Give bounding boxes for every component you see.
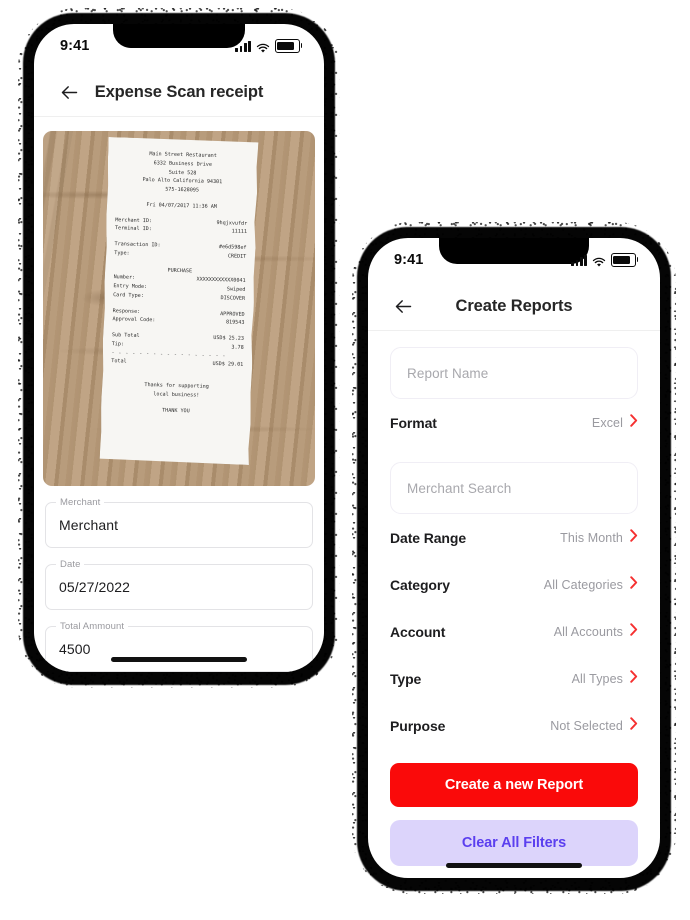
signal-bars-icon	[571, 254, 587, 266]
receipt-approval-code-label: Approval Code:	[112, 316, 156, 324]
date-field[interactable]: Date 05/27/2022	[45, 559, 313, 610]
filter-label-format: Format	[390, 414, 437, 431]
filter-label-account: Account	[390, 623, 446, 640]
wifi-icon	[592, 255, 606, 267]
filter-value-purpose: Not Selected	[550, 718, 623, 733]
filter-value-type: All Types	[571, 671, 623, 686]
chevron-right-icon	[630, 669, 638, 688]
filter-right-format: Excel	[591, 413, 638, 432]
filter-label-category: Category	[390, 576, 450, 593]
filter-label-purpose: Purpose	[390, 717, 446, 734]
receipt-total-value: USD$ 29.01	[212, 361, 244, 369]
status-bar: 9:41	[368, 238, 660, 282]
total-amount-field-value: 4500	[59, 641, 91, 657]
filter-label-date-range: Date Range	[390, 529, 467, 546]
filter-row-purpose[interactable]: Purpose Not Selected	[390, 702, 638, 749]
filter-value-account: All Accounts	[553, 624, 623, 639]
create-new-report-button[interactable]: Create a new Report	[390, 763, 638, 807]
receipt-photograph[interactable]: Main Street Restaurant 6332 Business Dri…	[43, 131, 315, 486]
receipt-card-type-value: DISCOVER	[220, 294, 246, 302]
receipt-type-label: Type:	[114, 249, 130, 257]
phone-left-expense-scan: 9:41 Expense Scan receipt Main Street Re…	[18, 8, 340, 688]
receipt-tip-label: Tip:	[111, 340, 125, 348]
receipt-tip-value: 3.78	[231, 344, 244, 351]
filter-right-date-range: This Month	[560, 528, 638, 547]
phone-screen: 9:41 Expense Scan receipt Main Street Re…	[34, 24, 324, 672]
receipt-response-value: APPROVED	[220, 310, 245, 318]
report-name-input[interactable]: Report Name	[390, 347, 638, 399]
total-amount-field[interactable]: Total Ammount 4500	[45, 621, 313, 672]
merchant-field-wrap: Merchant Merchant	[34, 497, 324, 548]
create-reports-form: Report Name Format Excel Merchant Search…	[368, 347, 660, 866]
status-bar: 9:41	[34, 24, 324, 68]
chevron-right-icon	[630, 716, 638, 735]
receipt-total-label: Total	[111, 358, 127, 365]
signal-bars-icon	[235, 40, 251, 52]
report-name-placeholder: Report Name	[407, 365, 489, 381]
filter-right-purpose: Not Selected	[550, 716, 638, 735]
filter-value-date-range: This Month	[560, 530, 623, 545]
receipt-terminal-id-label: Terminal ID:	[114, 225, 152, 233]
filter-row-format[interactable]: Format Excel	[390, 399, 638, 446]
filter-value-category: All Categories	[543, 577, 623, 592]
filter-row-date-range[interactable]: Date Range This Month	[390, 514, 638, 561]
receipt-subtotal-value: USD$ 25.23	[213, 334, 245, 342]
receipt-type-value: CREDIT	[227, 253, 247, 260]
filter-label-type: Type	[390, 670, 422, 687]
filter-right-account: All Accounts	[553, 622, 638, 641]
date-field-label: Date	[56, 559, 85, 570]
filter-row-account[interactable]: Account All Accounts	[390, 608, 638, 655]
battery-icon	[611, 253, 639, 267]
phone-right-create-reports: 9:41 Create Reports Report Name Format E…	[352, 222, 676, 894]
chevron-right-icon	[630, 575, 638, 594]
clear-all-filters-button[interactable]: Clear All Filters	[390, 820, 638, 866]
status-icons	[571, 253, 639, 267]
total-amount-field-label: Total Ammount	[56, 621, 129, 632]
receipt-transaction-id-value: #e6d598ef	[218, 244, 247, 251]
date-field-value: 05/27/2022	[59, 579, 131, 595]
date-field-wrap: Date 05/27/2022	[34, 559, 324, 610]
home-indicator[interactable]	[111, 657, 247, 662]
chevron-right-icon	[630, 528, 638, 547]
filter-row-type[interactable]: Type All Types	[390, 655, 638, 702]
back-arrow-icon[interactable]	[388, 291, 418, 321]
receipt-paper: Main Street Restaurant 6332 Business Dri…	[100, 137, 259, 465]
nav-bar: Create Reports	[368, 282, 660, 331]
chevron-right-icon	[630, 413, 638, 432]
filter-value-format: Excel	[591, 415, 623, 430]
status-icons	[235, 39, 303, 53]
dual-phone-mockup: 9:41 Expense Scan receipt Main Street Re…	[0, 0, 690, 920]
receipt-merchant-id-value: 9hqjxvufdr	[216, 219, 248, 227]
merchant-search-placeholder: Merchant Search	[407, 480, 512, 496]
receipt-card-type-label: Card Type:	[113, 291, 144, 299]
status-time: 9:41	[60, 38, 90, 54]
battery-icon	[275, 39, 303, 53]
receipt-approval-code-value: 819543	[225, 319, 245, 327]
filter-right-type: All Types	[571, 669, 638, 688]
merchant-search-input[interactable]: Merchant Search	[390, 462, 638, 514]
back-arrow-icon[interactable]	[54, 77, 84, 107]
chevron-right-icon	[630, 622, 638, 641]
receipt-number-value: XXXXXXXXXXXX0041	[196, 276, 246, 285]
receipt-terminal-id-value: 11111	[231, 228, 248, 236]
filter-right-category: All Categories	[543, 575, 638, 594]
wifi-icon	[256, 41, 270, 53]
merchant-field-value: Merchant	[59, 517, 119, 533]
filter-row-category[interactable]: Category All Categories	[390, 561, 638, 608]
total-amount-field-wrap: Total Ammount 4500	[34, 621, 324, 672]
status-time: 9:41	[394, 252, 424, 268]
merchant-field-label: Merchant	[56, 497, 105, 508]
phone-screen: 9:41 Create Reports Report Name Format E…	[368, 238, 660, 878]
nav-bar: Expense Scan receipt	[34, 68, 324, 117]
merchant-field[interactable]: Merchant Merchant	[45, 497, 313, 548]
home-indicator[interactable]	[446, 863, 582, 868]
